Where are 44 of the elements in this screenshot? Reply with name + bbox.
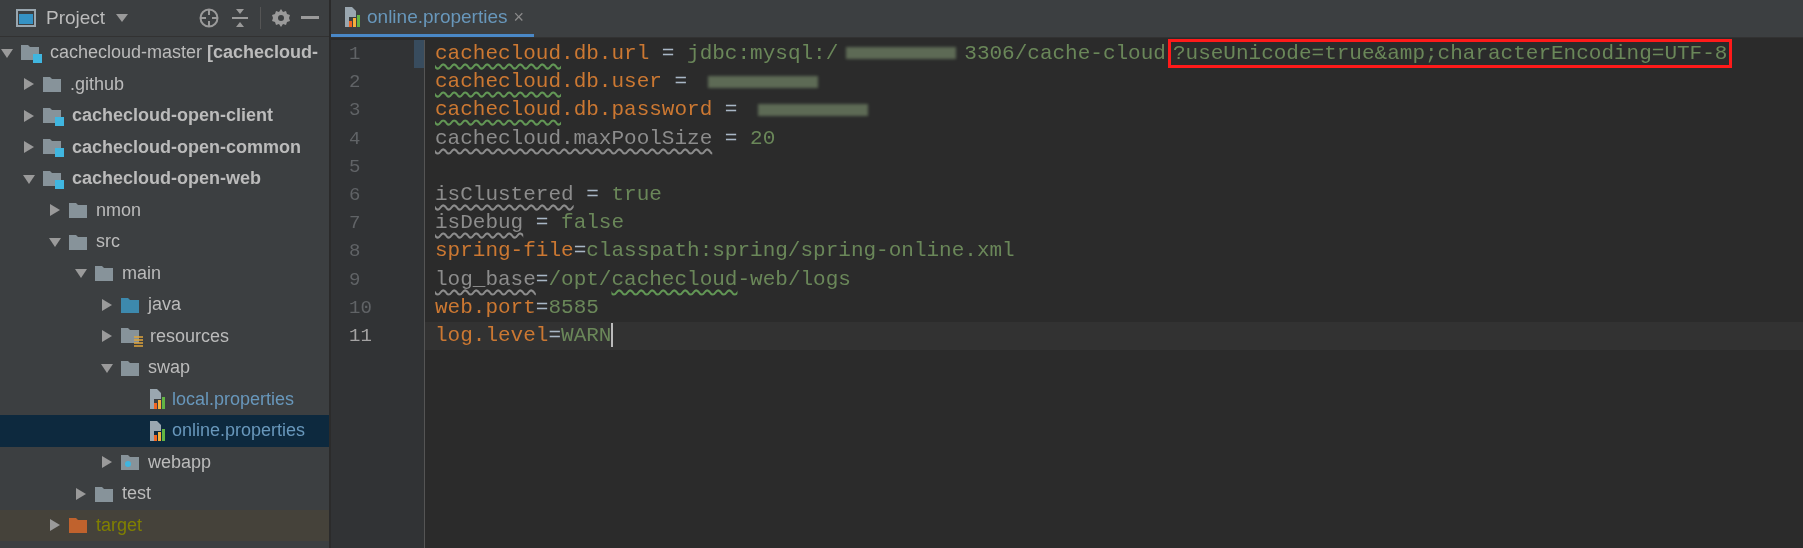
collapsed-arrow-icon[interactable] xyxy=(100,329,114,344)
collapse-all-icon[interactable] xyxy=(230,7,250,29)
tree-item[interactable]: swap xyxy=(0,352,329,384)
collapsed-arrow-icon[interactable] xyxy=(74,486,88,501)
tree-item[interactable]: java xyxy=(0,289,329,321)
collapsed-arrow-icon[interactable] xyxy=(22,108,36,123)
collapsed-arrow-icon[interactable] xyxy=(22,140,36,155)
line-number: 11 xyxy=(349,324,372,347)
tree-item[interactable]: test xyxy=(0,478,329,510)
panel-title: Project xyxy=(46,5,106,30)
tree-item[interactable]: main xyxy=(0,257,329,289)
code-line: cachecloud.db.user = xyxy=(435,70,826,94)
code-line: isClustered = true xyxy=(435,182,662,206)
tree-item[interactable]: nmon xyxy=(0,194,329,226)
tree-item[interactable]: resources xyxy=(0,320,329,352)
code-line: cachecloud.maxPoolSize = 20 xyxy=(435,126,776,150)
collapsed-arrow-icon[interactable] xyxy=(48,518,62,533)
close-icon[interactable]: × xyxy=(513,3,524,31)
tree-item[interactable]: src xyxy=(0,226,329,258)
tree-item[interactable]: cachecloud-master [cachecloud- xyxy=(0,37,329,69)
minimize-icon[interactable] xyxy=(301,16,319,20)
tree-item[interactable]: .github xyxy=(0,68,329,100)
collapsed-arrow-icon[interactable] xyxy=(100,455,114,470)
tree-item[interactable]: local.properties xyxy=(0,383,329,415)
code-line: spring-file=classpath:spring/spring-online.xml xyxy=(435,239,1015,263)
dropdown-caret-icon[interactable] xyxy=(115,13,130,23)
tree-item[interactable]: online.properties xyxy=(0,415,329,447)
code-line: web.port=8585 xyxy=(435,295,599,319)
code-line: log_base=/opt/cachecloud-web/logs xyxy=(435,267,851,291)
code-line: cachecloud.db.password = xyxy=(435,98,877,122)
text-cursor xyxy=(611,323,614,348)
collapsed-arrow-icon[interactable] xyxy=(100,297,114,312)
code-line: isDebug = false xyxy=(435,211,625,235)
settings-icon[interactable] xyxy=(271,8,291,28)
code-line: log.level=WARN xyxy=(435,323,612,347)
tree-item[interactable]: webapp xyxy=(0,446,329,478)
tree-item[interactable]: cachecloud-open-client xyxy=(0,100,329,132)
crosshair-icon[interactable] xyxy=(198,7,220,29)
tree-item[interactable]: cachecloud-open-common xyxy=(0,131,329,163)
project-window-icon xyxy=(16,9,36,27)
tree-item[interactable]: cachecloud-open-web xyxy=(0,163,329,195)
collapsed-arrow-icon[interactable] xyxy=(22,77,36,92)
code-line: cachecloud.db.url = jdbc:mysql:/ 3306/cache-cloud ?useUnicode=true&amp;characterEncoding=UTF-8 xyxy=(435,42,1733,65)
collapsed-arrow-icon[interactable] xyxy=(48,203,62,218)
